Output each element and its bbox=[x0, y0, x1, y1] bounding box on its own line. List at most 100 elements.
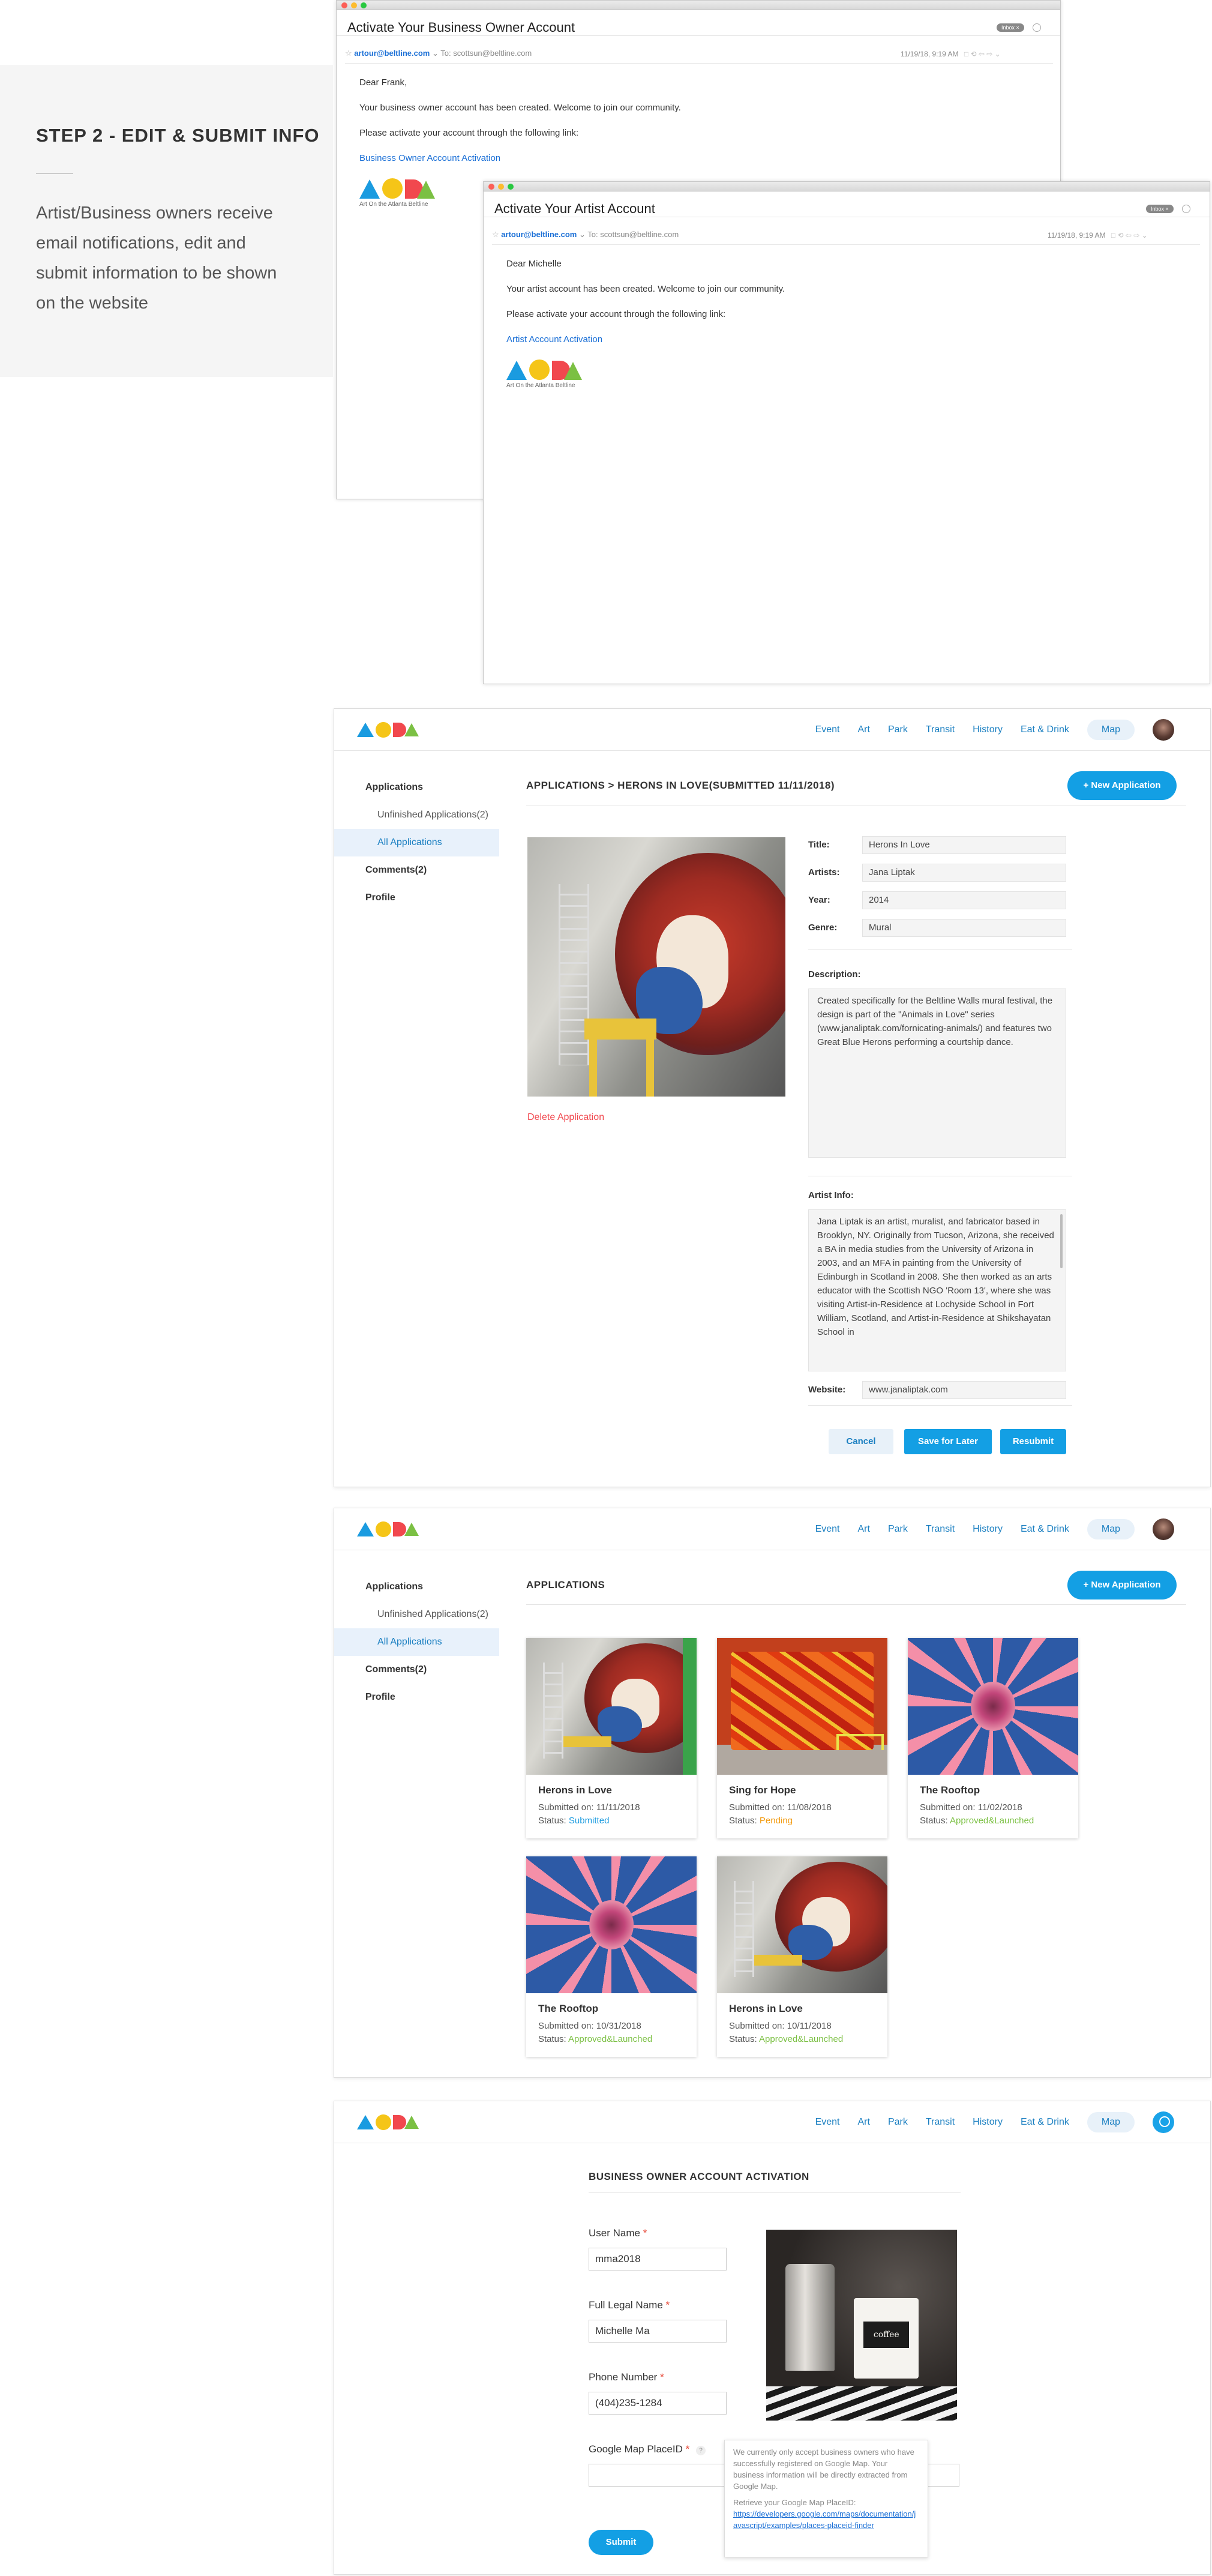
top-nav: Event Art Park Transit History Eat & Dri… bbox=[334, 2101, 1210, 2143]
activation-screen: Event Art Park Transit History Eat & Dri… bbox=[334, 2101, 1211, 2575]
sidebar-item-all[interactable]: All Applications bbox=[334, 829, 499, 856]
card-submitted-date: Submitted on: 10/31/2018 bbox=[538, 2021, 641, 2031]
artist-info-textarea[interactable]: Jana Liptak is an artist, muralist, and … bbox=[808, 1209, 1066, 1371]
form-title: BUSINESS OWNER ACCOUNT ACTIVATION bbox=[589, 2171, 809, 2182]
minimize-window-button[interactable] bbox=[498, 184, 504, 190]
user-icon[interactable] bbox=[1153, 2111, 1174, 2133]
aoab-logo[interactable] bbox=[357, 2114, 419, 2130]
activation-link[interactable]: Artist Account Activation bbox=[506, 334, 602, 345]
phone-input[interactable]: (404)235-1284 bbox=[589, 2392, 727, 2415]
sender-address[interactable]: artour@beltline.com bbox=[354, 49, 430, 58]
genre-field[interactable]: Mural bbox=[862, 919, 1066, 937]
description-textarea[interactable]: Created specifically for the Beltline Wa… bbox=[808, 989, 1066, 1158]
chevron-down-icon[interactable]: ⌄ bbox=[579, 230, 586, 239]
legal-name-input[interactable]: Michelle Ma bbox=[589, 2320, 727, 2343]
nav-transit[interactable]: Transit bbox=[926, 724, 955, 735]
email-date: 11/19/18, 9:19 AM □ ⟲ ⇦ ⇨ ⌄ bbox=[901, 50, 1001, 58]
application-card[interactable]: Herons in Love Submitted on: 10/11/2018 … bbox=[717, 1856, 887, 2057]
header-divider bbox=[337, 35, 1060, 36]
genre-label: Genre: bbox=[808, 922, 838, 933]
nav-park[interactable]: Park bbox=[888, 724, 908, 735]
breadcrumb: APPLICATIONS > HERONS IN LOVE(SUBMITTED … bbox=[526, 780, 835, 791]
card-image bbox=[526, 1856, 697, 1993]
new-application-button[interactable]: + New Application bbox=[1067, 771, 1177, 800]
close-window-button[interactable] bbox=[488, 184, 494, 190]
application-card[interactable]: The Rooftop Submitted on: 10/31/2018 Sta… bbox=[526, 1856, 697, 2057]
help-icon[interactable]: ? bbox=[695, 2446, 706, 2455]
save-for-later-button[interactable]: Save for Later bbox=[904, 1429, 992, 1454]
nav-eat-drink[interactable]: Eat & Drink bbox=[1021, 724, 1069, 735]
options-icon[interactable] bbox=[1182, 205, 1190, 213]
sidebar-item-unfinished[interactable]: Unfinished Applications(2) bbox=[334, 1601, 499, 1628]
nav-eat-drink[interactable]: Eat & Drink bbox=[1021, 2117, 1069, 2128]
card-image bbox=[526, 1638, 697, 1775]
nav-map[interactable]: Map bbox=[1087, 1519, 1135, 1539]
sidebar-item-comments[interactable]: Comments(2) bbox=[334, 856, 499, 884]
title-field[interactable]: Herons In Love bbox=[862, 836, 1066, 854]
options-icon[interactable] bbox=[1033, 23, 1041, 32]
aoab-logo[interactable] bbox=[357, 1521, 419, 1537]
recipient-address: To: scottsun@beltline.com bbox=[440, 49, 532, 58]
nav-park[interactable]: Park bbox=[888, 1524, 908, 1535]
username-input[interactable]: mma2018 bbox=[589, 2248, 727, 2271]
sidebar-item-applications[interactable]: Applications bbox=[334, 774, 499, 801]
nav-history[interactable]: History bbox=[973, 2117, 1003, 2128]
sidebar-item-applications[interactable]: Applications bbox=[334, 1573, 499, 1601]
reply-icons[interactable]: □ ⟲ ⇦ ⇨ ⌄ bbox=[1111, 231, 1148, 239]
nav-event[interactable]: Event bbox=[815, 2117, 840, 2128]
website-field[interactable]: www.janaliptak.com bbox=[862, 1381, 1066, 1399]
nav-transit[interactable]: Transit bbox=[926, 2117, 955, 2128]
inbox-badge[interactable]: Inbox × bbox=[997, 23, 1024, 32]
nav-history[interactable]: History bbox=[973, 724, 1003, 735]
nav-event[interactable]: Event bbox=[815, 724, 840, 735]
aoab-logo[interactable] bbox=[357, 721, 419, 738]
aoab-logo: Art On the Atlanta Beltline bbox=[506, 360, 785, 389]
zoom-window-button[interactable] bbox=[508, 184, 514, 190]
star-icon[interactable]: ☆ bbox=[492, 230, 499, 239]
nav-eat-drink[interactable]: Eat & Drink bbox=[1021, 1524, 1069, 1535]
username-label: User Name * bbox=[589, 2227, 647, 2239]
nav-transit[interactable]: Transit bbox=[926, 1524, 955, 1535]
sidebar-item-unfinished[interactable]: Unfinished Applications(2) bbox=[334, 801, 499, 829]
artists-field[interactable]: Jana Liptak bbox=[862, 864, 1066, 882]
application-card[interactable]: Herons in Love Submitted on: 11/11/2018 … bbox=[526, 1638, 697, 1838]
nav-event[interactable]: Event bbox=[815, 1524, 840, 1535]
cancel-button[interactable]: Cancel bbox=[829, 1429, 893, 1454]
sender-address[interactable]: artour@beltline.com bbox=[501, 230, 577, 239]
close-window-button[interactable] bbox=[341, 2, 347, 8]
submit-button[interactable]: Submit bbox=[589, 2530, 653, 2555]
nav-art[interactable]: Art bbox=[858, 2117, 870, 2128]
placeid-finder-link[interactable]: https://developers.google.com/maps/docum… bbox=[733, 2509, 916, 2530]
sidebar-item-profile[interactable]: Profile bbox=[334, 884, 499, 912]
nav-art[interactable]: Art bbox=[858, 1524, 870, 1535]
new-application-button[interactable]: + New Application bbox=[1067, 1571, 1177, 1599]
reply-icons[interactable]: □ ⟲ ⇦ ⇨ ⌄ bbox=[964, 50, 1001, 58]
application-card[interactable]: The Rooftop Submitted on: 11/02/2018 Sta… bbox=[908, 1638, 1078, 1838]
title-label: Title: bbox=[808, 840, 830, 850]
sidebar-item-profile[interactable]: Profile bbox=[334, 1684, 499, 1711]
applications-list-screen: Event Art Park Transit History Eat & Dri… bbox=[334, 1508, 1211, 2078]
placeid-tooltip: We currently only accept business owners… bbox=[724, 2440, 928, 2557]
sidebar-item-comments[interactable]: Comments(2) bbox=[334, 1656, 499, 1684]
inbox-badge[interactable]: Inbox × bbox=[1146, 205, 1174, 213]
avatar[interactable] bbox=[1153, 719, 1174, 741]
sidebar-item-all[interactable]: All Applications bbox=[334, 1628, 499, 1656]
chevron-down-icon[interactable]: ⌄ bbox=[432, 49, 439, 58]
activation-link[interactable]: Business Owner Account Activation bbox=[359, 153, 500, 163]
nav-park[interactable]: Park bbox=[888, 2117, 908, 2128]
minimize-window-button[interactable] bbox=[351, 2, 357, 8]
nav-history[interactable]: History bbox=[973, 1524, 1003, 1535]
resubmit-button[interactable]: Resubmit bbox=[1000, 1429, 1066, 1454]
star-icon[interactable]: ☆ bbox=[345, 49, 352, 58]
year-field[interactable]: 2014 bbox=[862, 891, 1066, 909]
delete-application-link[interactable]: Delete Application bbox=[527, 1112, 604, 1123]
card-status: Status: Approved&Launched bbox=[538, 2034, 653, 2044]
avatar[interactable] bbox=[1153, 1518, 1174, 1540]
nav-map[interactable]: Map bbox=[1087, 720, 1135, 740]
nav-menu: Event Art Park Transit History Eat & Dri… bbox=[815, 1508, 1174, 1550]
zoom-window-button[interactable] bbox=[361, 2, 367, 8]
application-card[interactable]: Sing for Hope Submitted on: 11/08/2018 S… bbox=[717, 1638, 887, 1838]
nav-map[interactable]: Map bbox=[1087, 2112, 1135, 2132]
scrollbar[interactable] bbox=[1060, 1214, 1063, 1268]
nav-art[interactable]: Art bbox=[858, 724, 870, 735]
